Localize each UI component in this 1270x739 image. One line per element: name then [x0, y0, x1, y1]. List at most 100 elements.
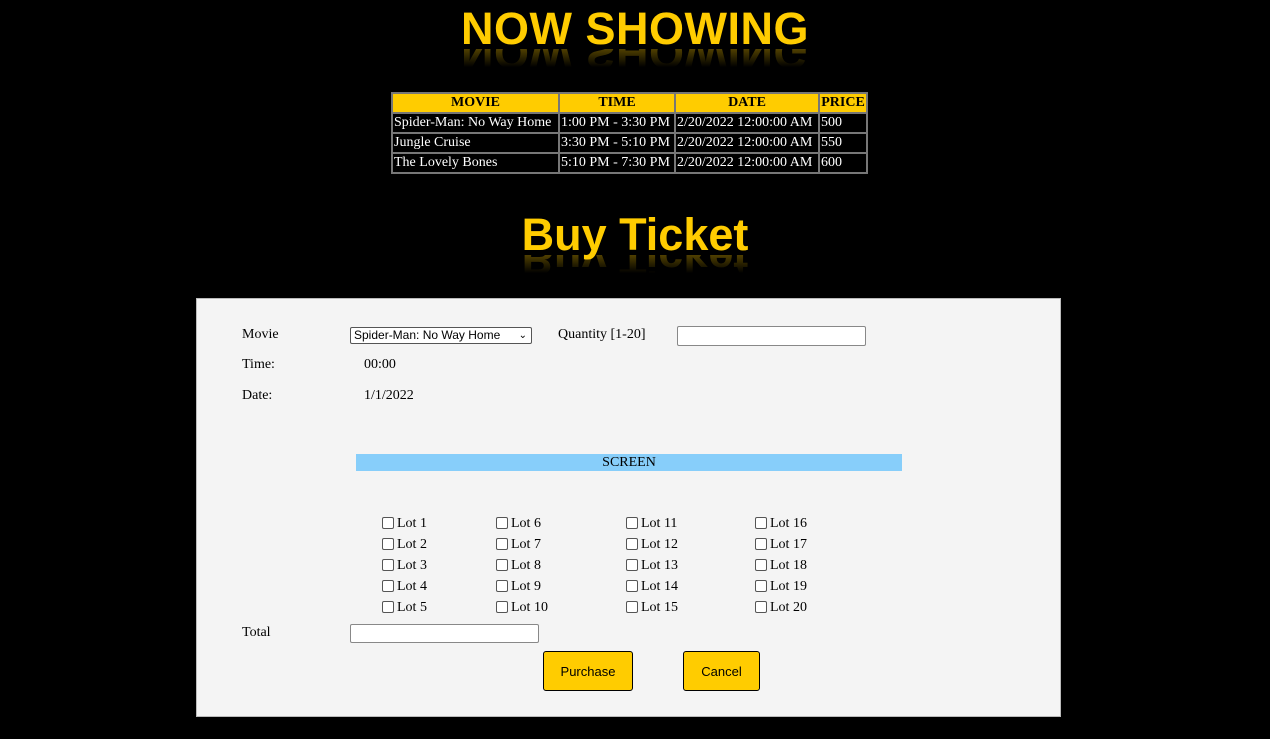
cell-date: 2/20/2022 12:00:00 AM [675, 153, 819, 173]
date-value: 1/1/2022 [364, 388, 414, 403]
lot-15-checkbox[interactable] [626, 600, 638, 613]
lot-2-option[interactable]: Lot 2 [382, 537, 427, 553]
movie-label: Movie [242, 327, 279, 342]
lot-10-label: Lot 10 [511, 600, 548, 615]
ticket-form-panel: Movie Spider-Man: No Way Home ⌄ Quantity… [196, 298, 1061, 717]
cell-price: 500 [819, 113, 867, 133]
lot-13-label: Lot 13 [641, 558, 678, 573]
lot-19-label: Lot 19 [770, 579, 807, 594]
lot-19-option[interactable]: Lot 19 [755, 579, 807, 595]
lot-12-option[interactable]: Lot 12 [626, 537, 678, 553]
time-value: 00:00 [364, 357, 396, 372]
lot-1-label: Lot 1 [397, 516, 427, 531]
movie-select-value: Spider-Man: No Way Home [354, 328, 501, 342]
lot-18-option[interactable]: Lot 18 [755, 558, 807, 574]
lot-4-label: Lot 4 [397, 579, 427, 594]
lot-12-checkbox[interactable] [626, 537, 638, 550]
column-header-movie: MOVIE [392, 93, 559, 113]
lot-7-option[interactable]: Lot 7 [496, 537, 541, 553]
cell-movie: Jungle Cruise [392, 133, 559, 153]
lot-20-label: Lot 20 [770, 600, 807, 615]
lot-14-label: Lot 14 [641, 579, 678, 594]
lot-16-label: Lot 16 [770, 516, 807, 531]
lot-2-checkbox[interactable] [382, 537, 394, 550]
lot-16-option[interactable]: Lot 16 [755, 516, 807, 532]
lot-9-label: Lot 9 [511, 579, 541, 594]
lot-3-checkbox[interactable] [382, 558, 394, 571]
lot-5-option[interactable]: Lot 5 [382, 600, 427, 616]
screen-indicator: SCREEN [356, 454, 902, 471]
purchase-button[interactable]: Purchase [543, 651, 633, 691]
lot-11-checkbox[interactable] [626, 516, 638, 529]
table-row: The Lovely Bones 5:10 PM - 7:30 PM 2/20/… [392, 153, 867, 173]
lot-3-option[interactable]: Lot 3 [382, 558, 427, 574]
lot-4-option[interactable]: Lot 4 [382, 579, 427, 595]
column-header-time: TIME [559, 93, 675, 113]
lot-13-option[interactable]: Lot 13 [626, 558, 678, 574]
cell-date: 2/20/2022 12:00:00 AM [675, 113, 819, 133]
time-label: Time: [242, 357, 275, 372]
cell-movie: The Lovely Bones [392, 153, 559, 173]
lot-7-checkbox[interactable] [496, 537, 508, 550]
quantity-input[interactable] [677, 326, 866, 346]
lot-5-label: Lot 5 [397, 600, 427, 615]
cell-time: 1:00 PM - 3:30 PM [559, 113, 675, 133]
lot-5-checkbox[interactable] [382, 600, 394, 613]
movie-select[interactable]: Spider-Man: No Way Home ⌄ [350, 327, 532, 344]
lot-14-checkbox[interactable] [626, 579, 638, 592]
lot-11-option[interactable]: Lot 11 [626, 516, 677, 532]
lot-14-option[interactable]: Lot 14 [626, 579, 678, 595]
lot-16-checkbox[interactable] [755, 516, 767, 529]
cell-movie: Spider-Man: No Way Home [392, 113, 559, 133]
lot-19-checkbox[interactable] [755, 579, 767, 592]
lot-17-option[interactable]: Lot 17 [755, 537, 807, 553]
lot-6-label: Lot 6 [511, 516, 541, 531]
lot-6-option[interactable]: Lot 6 [496, 516, 541, 532]
lot-20-checkbox[interactable] [755, 600, 767, 613]
lot-15-label: Lot 15 [641, 600, 678, 615]
cell-time: 3:30 PM - 5:10 PM [559, 133, 675, 153]
lot-8-option[interactable]: Lot 8 [496, 558, 541, 574]
total-input[interactable] [350, 624, 539, 643]
schedule-header-row: MOVIE TIME DATE PRICE [392, 93, 867, 113]
quantity-label: Quantity [1-20] [558, 327, 646, 342]
lot-12-label: Lot 12 [641, 537, 678, 552]
lot-17-checkbox[interactable] [755, 537, 767, 550]
lot-4-checkbox[interactable] [382, 579, 394, 592]
buy-ticket-reflection: Buy Ticket [521, 255, 749, 281]
lot-18-checkbox[interactable] [755, 558, 767, 571]
lot-10-checkbox[interactable] [496, 600, 508, 613]
lot-11-label: Lot 11 [641, 516, 678, 531]
schedule-table: MOVIE TIME DATE PRICE Spider-Man: No Way… [391, 92, 868, 174]
total-label: Total [242, 625, 271, 640]
lot-3-label: Lot 3 [397, 558, 427, 573]
lot-8-label: Lot 8 [511, 558, 541, 573]
lot-13-checkbox[interactable] [626, 558, 638, 571]
lot-18-label: Lot 18 [770, 558, 807, 573]
lot-1-checkbox[interactable] [382, 516, 394, 529]
now-showing-title: NOW SHOWING [461, 3, 809, 54]
buy-ticket-heading: Buy Ticket Buy Ticket [0, 212, 1270, 281]
buy-ticket-title: Buy Ticket [521, 209, 749, 260]
cancel-button[interactable]: Cancel [683, 651, 760, 691]
cell-price: 550 [819, 133, 867, 153]
lot-9-option[interactable]: Lot 9 [496, 579, 541, 595]
lot-9-checkbox[interactable] [496, 579, 508, 592]
table-row: Spider-Man: No Way Home 1:00 PM - 3:30 P… [392, 113, 867, 133]
lot-8-checkbox[interactable] [496, 558, 508, 571]
lot-20-option[interactable]: Lot 20 [755, 600, 807, 616]
lot-1-option[interactable]: Lot 1 [382, 516, 427, 532]
date-label: Date: [242, 388, 273, 403]
now-showing-heading: NOW SHOWING NOW SHOWING [0, 6, 1270, 75]
cell-price: 600 [819, 153, 867, 173]
lot-2-label: Lot 2 [397, 537, 427, 552]
cell-date: 2/20/2022 12:00:00 AM [675, 133, 819, 153]
column-header-price: PRICE [819, 93, 867, 113]
lot-17-label: Lot 17 [770, 537, 807, 552]
lot-6-checkbox[interactable] [496, 516, 508, 529]
lot-15-option[interactable]: Lot 15 [626, 600, 678, 616]
lot-7-label: Lot 7 [511, 537, 541, 552]
lot-10-option[interactable]: Lot 10 [496, 600, 548, 616]
table-row: Jungle Cruise 3:30 PM - 5:10 PM 2/20/202… [392, 133, 867, 153]
now-showing-reflection: NOW SHOWING [461, 49, 809, 75]
